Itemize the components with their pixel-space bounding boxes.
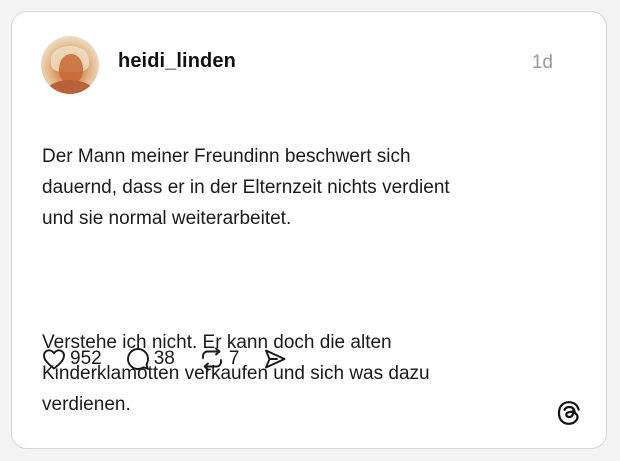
- timestamp: 1d: [531, 52, 553, 73]
- repost-icon: [201, 347, 222, 371]
- post-text: Der Mann meiner Freundinn beschwert sich…: [42, 110, 582, 451]
- post-card: heidi_linden 1d Der Mann meiner Freundin…: [11, 11, 607, 449]
- avatar-body: [47, 80, 93, 94]
- share-icon: [265, 349, 286, 369]
- repost-button[interactable]: 7: [199, 347, 240, 371]
- avatar[interactable]: [41, 36, 99, 94]
- post-paragraph: Verstehe ich nicht. Er kann doch die alt…: [42, 332, 430, 415]
- threads-logo-icon[interactable]: [556, 400, 582, 426]
- reply-count: 38: [153, 348, 175, 369]
- username[interactable]: heidi_linden: [118, 50, 236, 73]
- heart-icon: [43, 349, 65, 370]
- post-paragraph: Der Mann meiner Freundinn beschwert sich…: [42, 146, 450, 229]
- reply-button[interactable]: 38: [126, 347, 175, 371]
- like-count: 952: [70, 348, 102, 369]
- repost-count: 7: [228, 348, 240, 369]
- share-button[interactable]: [263, 347, 287, 371]
- like-button[interactable]: 952: [42, 348, 102, 370]
- action-bar: 952 38 7: [42, 346, 311, 372]
- comment-icon: [126, 348, 149, 370]
